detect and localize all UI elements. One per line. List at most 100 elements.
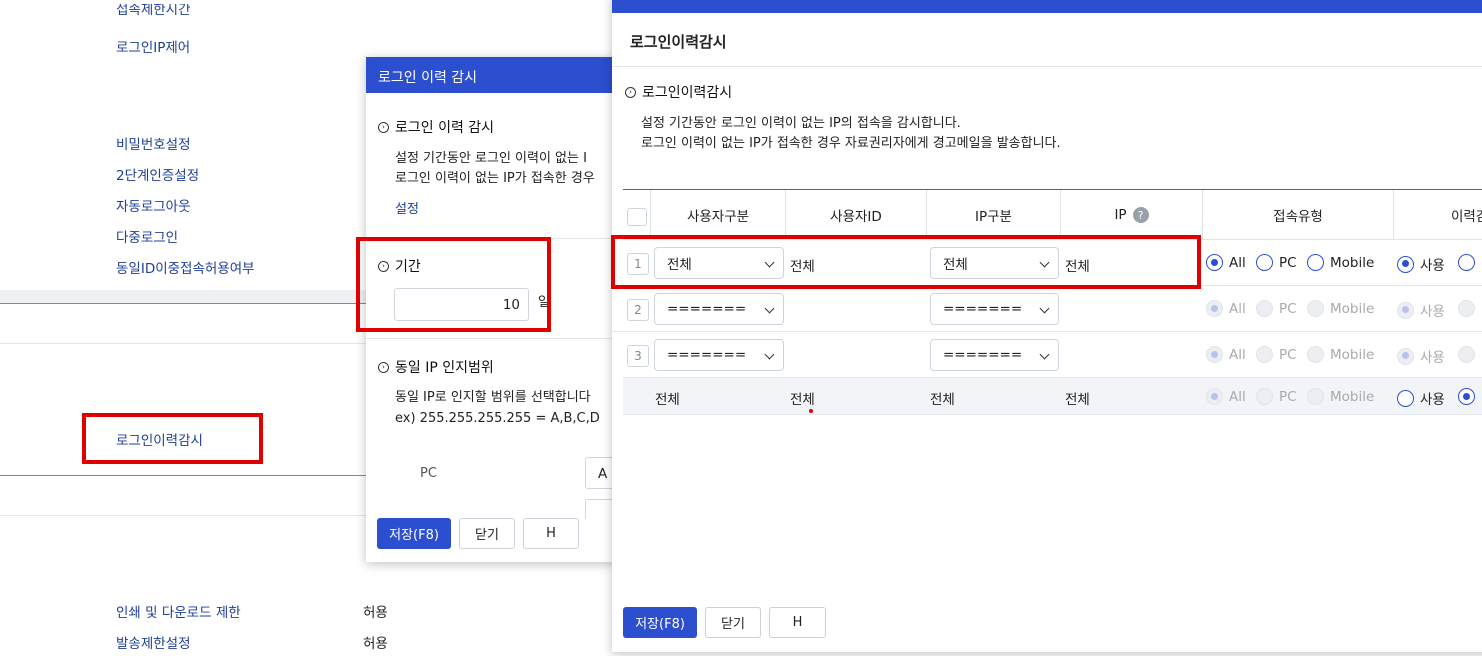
user-type-select[interactable]: ======= <box>654 339 784 371</box>
highlight-box <box>82 413 263 464</box>
page-title: 로그인이력감시 <box>630 33 727 51</box>
ip-type-select[interactable]: ======= <box>930 293 1059 325</box>
radio-use: 사용 <box>1397 346 1445 366</box>
radio-mobile: Mobile <box>1307 388 1374 405</box>
ip-range-example: ex) 255.255.255.255 = A,B,C,D <box>395 411 600 426</box>
radio-dot <box>1256 300 1273 317</box>
h-button[interactable]: H <box>769 607 826 638</box>
radio-dot <box>1458 388 1475 405</box>
radio-dot <box>1458 254 1475 271</box>
radio-dot <box>1397 301 1414 319</box>
radio-use[interactable]: 사용 <box>1397 388 1445 408</box>
radio-pc[interactable]: PC <box>1256 254 1297 271</box>
chevron-down-icon <box>1039 349 1050 360</box>
header-checkbox-cell <box>623 190 651 240</box>
radio-mobile: Mobile <box>1307 300 1374 317</box>
radio-mobile[interactable]: Mobile <box>1307 254 1374 271</box>
radio-dot <box>1307 254 1324 271</box>
divider <box>612 66 1482 67</box>
desc-line2: 로그인 이력이 없는 IP가 접속한 경우 자료권리자에게 경고메일을 발송합니… <box>641 136 1061 151</box>
radio-dot <box>1458 346 1475 363</box>
menu-item-login-ip-control[interactable]: 로그인IP제어 <box>116 36 190 56</box>
radio-pc: PC <box>1256 346 1297 363</box>
chevron-down-icon <box>764 303 775 314</box>
ip-type-select[interactable]: ======= <box>930 339 1059 371</box>
radio-use: 사용 <box>1397 300 1445 320</box>
summary-user-type: 전체 <box>655 392 680 408</box>
menu-item-auto-logout[interactable]: 자동로그아웃 <box>116 195 191 215</box>
save-button[interactable]: 저장(F8) <box>623 607 697 638</box>
menu-item-print-download-limit[interactable]: 인쇄 및 다운로드 제한 <box>116 601 241 621</box>
header-ip: IP ? <box>1061 190 1203 240</box>
select-all-checkbox[interactable] <box>627 208 647 226</box>
section-desc-line1: 설정 기간동안 로그인 이력이 없는 I <box>395 151 587 166</box>
section-desc-line2: 로그인 이력이 없는 IP가 접속한 경우 <box>395 171 595 186</box>
summary-ip-type: 전체 <box>930 392 955 408</box>
close-button[interactable]: 닫기 <box>459 518 515 549</box>
chevron-circle-icon: › <box>625 86 636 98</box>
user-type-select[interactable]: ======= <box>654 293 784 325</box>
required-dot <box>809 409 813 413</box>
radio-use[interactable]: 사용 <box>1397 254 1445 274</box>
radio-unuse <box>1458 300 1475 317</box>
divider <box>366 338 616 339</box>
dialog-title-bar <box>612 0 1482 13</box>
ip-range-desc: 동일 IP로 인지할 범위를 선택합니다 <box>395 390 591 405</box>
menu-item-password-settings[interactable]: 비밀번호설정 <box>116 133 191 153</box>
radio-dot <box>1397 389 1414 407</box>
menu-item-multi-login[interactable]: 다중로그인 <box>116 226 178 246</box>
chevron-down-icon <box>764 349 775 360</box>
close-button[interactable]: 닫기 <box>705 607 761 638</box>
header-connection-type: 접속유형 <box>1203 190 1394 240</box>
row-divider <box>612 331 1482 332</box>
highlight-box-row <box>611 235 1201 289</box>
radio-mobile: Mobile <box>1307 346 1374 363</box>
radio-dot <box>1206 346 1223 363</box>
radio-dot <box>1256 346 1273 363</box>
summary-user-id: 전체 <box>790 392 815 408</box>
summary-ip: 전체 <box>1065 392 1090 408</box>
radio-all: All <box>1206 388 1246 405</box>
radio-unuse <box>1458 346 1475 363</box>
section-title-login-monitor: › 로그인 이력 감시 <box>378 117 494 137</box>
row-number: 2 <box>627 299 649 321</box>
chevron-circle-icon: › <box>378 361 389 373</box>
menu-item-duplicate-login[interactable]: 동일ID이중접속허용여부 <box>116 257 255 277</box>
radio-dot <box>1206 254 1223 271</box>
radio-dot <box>1458 300 1475 317</box>
menu-item-2fa-settings[interactable]: 2단계인증설정 <box>116 164 199 184</box>
print-download-value: 허용 <box>363 605 388 621</box>
header-history: 이력감 <box>1394 190 1482 240</box>
highlight-box-period <box>356 237 551 332</box>
chevron-down-icon <box>1039 303 1050 314</box>
header-user-id: 사용자ID <box>786 190 927 240</box>
radio-all[interactable]: All <box>1206 254 1246 271</box>
menu-item-send-limit[interactable]: 발송제한설정 <box>116 632 191 652</box>
h-button[interactable]: H <box>523 518 579 549</box>
radio-all: All <box>1206 300 1246 317</box>
radio-dot <box>1206 300 1223 317</box>
radio-unuse[interactable] <box>1458 254 1475 271</box>
header-ip-type: IP구분 <box>927 190 1061 240</box>
login-monitor-dialog-large <box>612 0 1482 652</box>
save-button[interactable]: 저장(F8) <box>377 518 451 549</box>
menu-item-connection-time[interactable]: 접속제한시간 <box>116 4 191 18</box>
radio-dot <box>1206 388 1223 405</box>
row-number: 3 <box>627 345 649 367</box>
send-limit-value: 허용 <box>363 636 388 652</box>
radio-unuse[interactable] <box>1458 388 1475 405</box>
header-user-type: 사용자구분 <box>651 190 786 240</box>
radio-pc: PC <box>1256 388 1297 405</box>
section-title: › 로그인이력감시 <box>625 82 732 102</box>
radio-dot <box>1307 388 1324 405</box>
settings-link[interactable]: 설정 <box>395 200 419 220</box>
chevron-circle-icon: › <box>378 121 389 133</box>
radio-dot <box>1307 346 1324 363</box>
radio-pc: PC <box>1256 300 1297 317</box>
section-title-ip-range: › 동일 IP 인지범위 <box>378 357 494 377</box>
help-icon[interactable]: ? <box>1132 207 1149 223</box>
radio-dot <box>1256 254 1273 271</box>
pc-label: PC <box>420 466 437 481</box>
radio-dot <box>1256 388 1273 405</box>
radio-dot <box>1397 255 1414 273</box>
